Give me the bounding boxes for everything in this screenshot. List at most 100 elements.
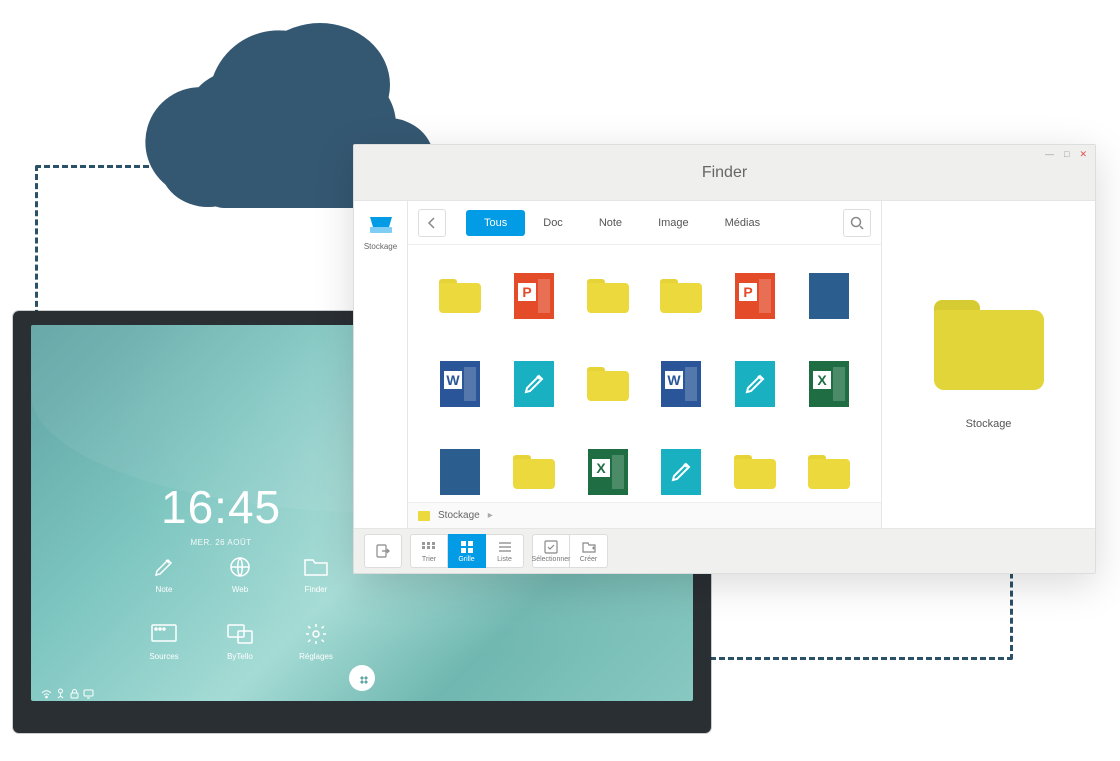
- tab-note[interactable]: Note: [581, 210, 640, 236]
- home-button[interactable]: [349, 665, 375, 691]
- file-item[interactable]: P: [731, 272, 779, 320]
- exit-icon: [376, 544, 390, 558]
- file-grid: PPWWXX: [408, 245, 881, 502]
- sort-button[interactable]: Trier: [410, 534, 448, 568]
- preview-pane: Stockage: [881, 201, 1095, 528]
- app-sources[interactable]: Sources: [141, 620, 187, 661]
- maximize-button[interactable]: □: [1064, 149, 1069, 160]
- home-apps: Note Web Finder: [141, 553, 361, 661]
- svg-text:P: P: [522, 284, 531, 300]
- gear-icon: [302, 620, 330, 648]
- select-label: Sélectionner: [532, 556, 571, 563]
- folder-icon: [513, 455, 555, 489]
- app-bytello[interactable]: ByTello: [217, 620, 263, 661]
- create-button[interactable]: Créer: [570, 534, 608, 568]
- app-label: Note: [156, 585, 173, 594]
- file-item[interactable]: [510, 448, 558, 496]
- list-label: Liste: [497, 556, 512, 563]
- file-item[interactable]: [731, 448, 779, 496]
- text-doc-icon: [809, 273, 849, 319]
- list-icon: [498, 540, 512, 554]
- file-item[interactable]: [584, 360, 632, 408]
- sidebar: Stockage: [354, 201, 408, 528]
- folder-icon: [660, 279, 702, 313]
- file-item[interactable]: W: [657, 360, 705, 408]
- app-settings[interactable]: Réglages: [293, 620, 339, 661]
- note-doc-icon: [735, 361, 775, 407]
- app-label: Réglages: [299, 652, 333, 661]
- chevron-right-icon: ▸: [488, 510, 493, 521]
- close-button[interactable]: ✕: [1079, 149, 1087, 160]
- preview-label: Stockage: [966, 418, 1012, 430]
- select-button[interactable]: Sélectionner: [532, 534, 570, 568]
- chevron-left-icon: [427, 217, 437, 229]
- svg-text:W: W: [446, 372, 460, 388]
- search-button[interactable]: [843, 209, 871, 237]
- breadcrumb: Stockage ▸: [408, 502, 881, 528]
- file-item[interactable]: [584, 272, 632, 320]
- exit-button[interactable]: [364, 534, 402, 568]
- file-item[interactable]: P: [510, 272, 558, 320]
- finder-window: Finder — □ ✕ Stockage Tous Doc Note: [353, 144, 1096, 574]
- file-item[interactable]: [805, 272, 853, 320]
- folder-icon: [302, 553, 330, 581]
- file-item[interactable]: W: [436, 360, 484, 408]
- grid-view-button[interactable]: Grille: [448, 534, 486, 568]
- back-button[interactable]: [418, 209, 446, 237]
- file-item[interactable]: [436, 448, 484, 496]
- window-title: Finder: [702, 164, 747, 182]
- tab-media[interactable]: Médias: [707, 210, 778, 236]
- storage-tray-icon: [368, 215, 394, 235]
- file-item[interactable]: [657, 448, 705, 496]
- svg-text:P: P: [744, 284, 753, 300]
- ppt-doc-icon: P: [735, 273, 775, 319]
- app-finder[interactable]: Finder: [293, 553, 339, 594]
- file-item[interactable]: X: [805, 360, 853, 408]
- list-view-button[interactable]: Liste: [486, 534, 524, 568]
- file-item[interactable]: [657, 272, 705, 320]
- svg-text:X: X: [817, 372, 827, 388]
- globe-icon: [226, 553, 254, 581]
- sidebar-item-storage[interactable]: Stockage: [354, 209, 407, 257]
- note-doc-icon: [661, 449, 701, 495]
- preview-folder-icon: [934, 300, 1044, 390]
- word-doc-icon: W: [661, 361, 701, 407]
- folder-icon: [808, 455, 850, 489]
- tab-all[interactable]: Tous: [466, 210, 525, 236]
- bottom-toolbar: Trier Grille Liste Sélectionner Créer: [354, 528, 1095, 573]
- app-note[interactable]: Note: [141, 553, 187, 594]
- cast-icon: [226, 620, 254, 648]
- file-item[interactable]: [510, 360, 558, 408]
- tab-doc[interactable]: Doc: [525, 210, 581, 236]
- tab-image[interactable]: Image: [640, 210, 707, 236]
- titlebar[interactable]: Finder — □ ✕: [354, 145, 1095, 201]
- note-doc-icon: [514, 361, 554, 407]
- file-item[interactable]: X: [584, 448, 632, 496]
- minimize-button[interactable]: —: [1045, 149, 1054, 160]
- folder-icon: [418, 511, 430, 521]
- grid-label: Grille: [458, 556, 474, 563]
- sidebar-label: Stockage: [358, 242, 403, 251]
- app-label: Sources: [149, 652, 178, 661]
- excel-doc-icon: X: [588, 449, 628, 495]
- filter-tabs: Tous Doc Note Image Médias: [466, 210, 778, 236]
- word-doc-icon: W: [440, 361, 480, 407]
- pencil-icon: [150, 553, 178, 581]
- text-doc-icon: [440, 449, 480, 495]
- sort-label: Trier: [422, 556, 436, 563]
- folder-icon: [734, 455, 776, 489]
- file-item[interactable]: [805, 448, 853, 496]
- app-web[interactable]: Web: [217, 553, 263, 594]
- search-icon: [850, 216, 864, 230]
- ppt-doc-icon: P: [514, 273, 554, 319]
- create-label: Créer: [580, 556, 598, 563]
- wifi-icon: [41, 686, 52, 697]
- clock-widget: 16:45 MER. 26 AOÛT: [161, 480, 281, 547]
- status-bar: [41, 686, 94, 697]
- breadcrumb-root[interactable]: Stockage: [438, 510, 480, 521]
- clock-time: 16:45: [161, 480, 281, 534]
- folder-icon: [587, 367, 629, 401]
- check-icon: [544, 540, 558, 554]
- file-item[interactable]: [436, 272, 484, 320]
- file-item[interactable]: [731, 360, 779, 408]
